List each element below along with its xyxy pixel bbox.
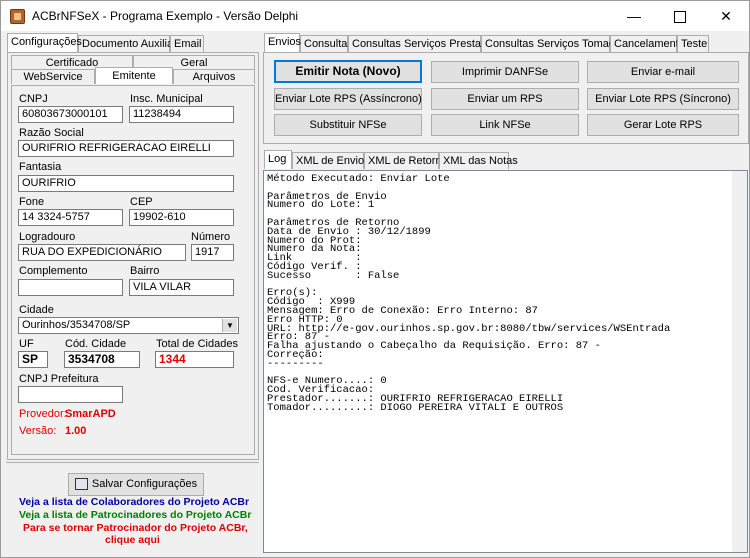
versao-value: 1.00 bbox=[65, 425, 87, 437]
substituir-nfse-button[interactable]: Substituir NFSe bbox=[274, 114, 422, 136]
total-cidades-field[interactable]: 1344 bbox=[155, 351, 234, 368]
cod-cidade-field[interactable]: 3534708 bbox=[64, 351, 140, 368]
log-line: Falha ajustando o Cabeçalho da Requisiçã… bbox=[267, 340, 601, 353]
cnpj-prefeitura-field[interactable] bbox=[18, 386, 123, 403]
close-button[interactable]: ✕ bbox=[703, 1, 749, 31]
total-cidades-label: Total de Cidades bbox=[156, 338, 238, 350]
tab-teste[interactable]: Teste bbox=[677, 35, 709, 52]
numero-label: Número bbox=[191, 231, 231, 243]
left-tabs: Configurações Documento Auxiliar Email bbox=[7, 33, 257, 53]
maximize-icon bbox=[674, 11, 686, 24]
numero-field[interactable]: 1917 bbox=[191, 244, 234, 261]
log-tabs: Log XML de Envio XML de Retorno XML das … bbox=[264, 150, 744, 170]
log-line: Sucesso : False bbox=[267, 269, 400, 282]
gerar-lote-rps-button[interactable]: Gerar Lote RPS bbox=[587, 114, 739, 136]
complemento-label: Complemento bbox=[19, 265, 88, 277]
tab-consultas-prestados[interactable]: Consultas Serviços Prestados bbox=[348, 35, 499, 52]
tab-email[interactable]: Email bbox=[170, 35, 204, 52]
tab-documento-auxiliar[interactable]: Documento Auxiliar bbox=[78, 35, 177, 52]
tab-consultas[interactable]: Consultas bbox=[300, 35, 353, 52]
save-icon bbox=[74, 478, 88, 491]
tab-envios[interactable]: Envios bbox=[264, 33, 301, 52]
app-icon bbox=[10, 9, 25, 24]
minimize-button[interactable]: — bbox=[611, 1, 657, 31]
fone-field[interactable]: 14 3324-5757 bbox=[18, 209, 123, 226]
link-patrocinador-line2[interactable]: clique aqui bbox=[105, 534, 160, 546]
enviar-email-button[interactable]: Enviar e-mail bbox=[587, 61, 739, 83]
tab-configuracoes[interactable]: Configurações bbox=[7, 33, 82, 52]
log-line: Método Executado: Enviar Lote bbox=[267, 173, 450, 185]
maximize-button[interactable] bbox=[657, 1, 703, 31]
cidade-label: Cidade bbox=[19, 304, 54, 316]
im-label: Insc. Municipal bbox=[130, 93, 203, 105]
fantasia-field[interactable]: OURIFRIO bbox=[18, 175, 234, 192]
bairro-field[interactable]: VILA VILAR bbox=[129, 279, 234, 296]
log-content: Método Executado: Enviar Lote Parâmetros … bbox=[267, 173, 747, 414]
tab-xml-envio[interactable]: XML de Envio bbox=[292, 152, 364, 169]
logradouro-label: Logradouro bbox=[19, 231, 76, 243]
imprimir-danfse-button[interactable]: Imprimir DANFSe bbox=[431, 61, 579, 83]
tab-xml-notas[interactable]: XML das Notas bbox=[439, 152, 518, 169]
link-patrocinador-line1[interactable]: Para se tornar Patrocinador do Projeto A… bbox=[23, 522, 248, 534]
tab-consultas-tomados[interactable]: Consultas Serviços Tomados bbox=[481, 35, 627, 52]
chevron-down-icon[interactable]: ▼ bbox=[222, 319, 237, 332]
emitir-nota-button[interactable]: Emitir Nota (Novo) bbox=[274, 60, 422, 83]
versao-label: Versão: bbox=[19, 425, 57, 437]
log-line: Numero do Lote: 1 bbox=[267, 199, 375, 212]
cep-label: CEP bbox=[130, 196, 153, 208]
bairro-label: Bairro bbox=[130, 265, 160, 277]
enviar-lote-assincrono-button[interactable]: Enviar Lote RPS (Assíncrono) bbox=[274, 88, 422, 110]
tab-webservice[interactable]: WebService bbox=[11, 69, 95, 84]
uf-label: UF bbox=[19, 338, 34, 350]
enviar-lote-sincrono-button[interactable]: Enviar Lote RPS (Síncrono) bbox=[587, 88, 739, 110]
razao-label: Razão Social bbox=[19, 127, 84, 139]
main-window: ACBrNFSeX - Programa Exemplo - Versão De… bbox=[0, 0, 750, 558]
tab-log[interactable]: Log bbox=[264, 150, 292, 169]
enviar-um-rps-button[interactable]: Enviar um RPS bbox=[431, 88, 579, 110]
cidade-value: Ourinhos/3534708/SP bbox=[22, 319, 131, 331]
provedor-label: Provedor: bbox=[19, 408, 67, 420]
cnpj-prefeitura-label: CNPJ Prefeitura bbox=[19, 373, 99, 385]
cidade-select[interactable]: Ourinhos/3534708/SP ▼ bbox=[18, 317, 239, 334]
cep-field[interactable]: 19902-610 bbox=[129, 209, 234, 226]
log-line: URL: http://e-gov.ourinhos.sp.gov.br:808… bbox=[267, 322, 671, 335]
log-line: --------- bbox=[267, 357, 324, 370]
logradouro-field[interactable]: RUA DO EXPEDICIONÁRIO bbox=[18, 244, 186, 261]
razao-field[interactable]: OURIFRIO REFRIGERACAO EIRELLI bbox=[18, 140, 234, 157]
cnpj-field[interactable]: 60803673000101 bbox=[18, 106, 123, 123]
log-line: Tomador.........: DIOGO PEREIRA VITALI E… bbox=[267, 401, 564, 414]
link-colaboradores[interactable]: Veja a lista de Colaboradores do Projeto… bbox=[19, 496, 249, 508]
cod-cidade-label: Cód. Cidade bbox=[65, 338, 127, 350]
scrollbar[interactable] bbox=[732, 171, 747, 552]
im-field[interactable]: 11238494 bbox=[129, 106, 234, 123]
log-textarea[interactable]: Método Executado: Enviar Lote Parâmetros … bbox=[263, 170, 748, 553]
tab-emitente[interactable]: Emitente bbox=[95, 67, 173, 84]
log-line: Correção: bbox=[267, 348, 324, 361]
link-patrocinadores[interactable]: Veja a lista de Patrocinadores do Projet… bbox=[19, 509, 251, 521]
salvar-configuracoes-button[interactable]: Salvar Configurações bbox=[68, 473, 204, 496]
tab-cancelamento[interactable]: Cancelamento bbox=[610, 35, 685, 52]
right-tabs: Envios Consultas Consultas Serviços Pres… bbox=[264, 33, 744, 53]
provedor-value: SmarAPD bbox=[65, 408, 116, 420]
fone-label: Fone bbox=[19, 196, 45, 208]
salvar-label: Salvar Configurações bbox=[91, 478, 198, 490]
uf-field[interactable]: SP bbox=[18, 351, 48, 368]
tab-arquivos[interactable]: Arquivos bbox=[173, 69, 255, 84]
tab-xml-retorno[interactable]: XML de Retorno bbox=[364, 152, 448, 169]
complemento-field[interactable] bbox=[18, 279, 123, 296]
window-title: ACBrNFSeX - Programa Exemplo - Versão De… bbox=[32, 9, 299, 23]
fantasia-label: Fantasia bbox=[19, 161, 62, 173]
cnpj-label: CNPJ bbox=[19, 93, 48, 105]
link-nfse-button[interactable]: Link NFSe bbox=[431, 114, 579, 136]
title-bar[interactable]: ACBrNFSeX - Programa Exemplo - Versão De… bbox=[1, 1, 749, 31]
